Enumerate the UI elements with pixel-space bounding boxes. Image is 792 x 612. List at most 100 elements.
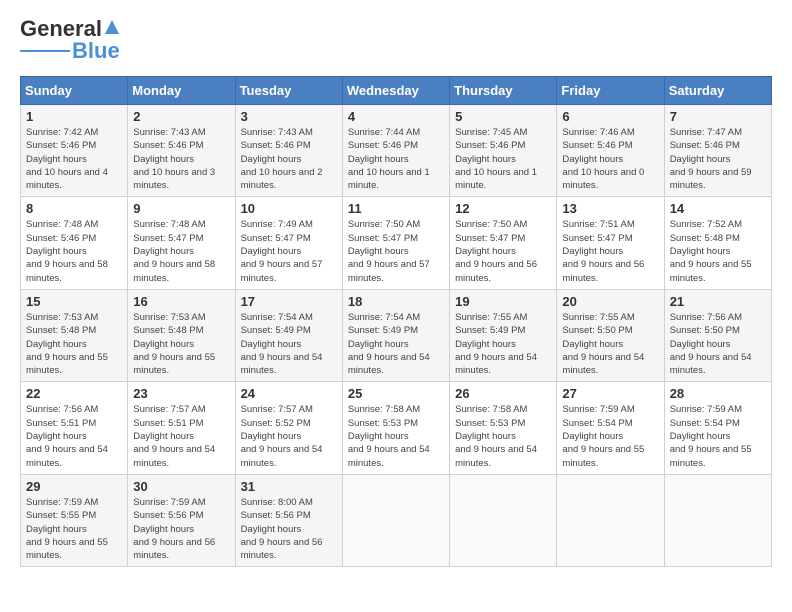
day-number: 13 <box>562 201 658 216</box>
calendar-cell <box>557 474 664 566</box>
day-number: 10 <box>241 201 337 216</box>
calendar-cell: 8Sunrise: 7:48 AMSunset: 5:46 PMDaylight… <box>21 197 128 289</box>
calendar-cell: 15Sunrise: 7:53 AMSunset: 5:48 PMDayligh… <box>21 289 128 381</box>
logo-line <box>20 50 70 52</box>
day-info: Sunrise: 7:53 AMSunset: 5:48 PMDaylight … <box>133 311 229 377</box>
day-info: Sunrise: 7:50 AMSunset: 5:47 PMDaylight … <box>348 218 444 284</box>
calendar-cell: 10 Sunrise: 7:49 AMSunset: 5:47 PMDayligh… <box>235 197 342 289</box>
calendar-cell: 3 Sunrise: 7:43 AMSunset: 5:46 PMDaylight… <box>235 105 342 197</box>
day-info: Sunrise: 7:59 AMSunset: 5:55 PMDaylight … <box>26 496 122 562</box>
calendar-cell: 20 Sunrise: 7:55 AMSunset: 5:50 PMDayligh… <box>557 289 664 381</box>
calendar-cell: 14 Sunrise: 7:52 AMSunset: 5:48 PMDayligh… <box>664 197 771 289</box>
calendar-cell: 19Sunrise: 7:55 AMSunset: 5:49 PMDayligh… <box>450 289 557 381</box>
day-number: 23 <box>133 386 229 401</box>
day-number: 3 <box>241 109 337 124</box>
day-info: Sunrise: 7:58 AMSunset: 5:53 PMDaylight … <box>348 403 444 469</box>
day-info: Sunrise: 7:59 AMSunset: 5:54 PMDaylight … <box>670 403 766 469</box>
calendar-cell: 2 Sunrise: 7:43 AMSunset: 5:46 PMDaylight… <box>128 105 235 197</box>
calendar-cell: 22 Sunrise: 7:56 AMSunset: 5:51 PMDayligh… <box>21 382 128 474</box>
day-info: Sunrise: 7:55 AMSunset: 5:50 PMDaylight … <box>562 311 658 377</box>
calendar-cell: 27 Sunrise: 7:59 AMSunset: 5:54 PMDayligh… <box>557 382 664 474</box>
day-info: Sunrise: 7:58 AMSunset: 5:53 PMDaylight … <box>455 403 551 469</box>
day-info: Sunrise: 7:44 AMSunset: 5:46 PMDaylight … <box>348 126 444 192</box>
day-number: 12 <box>455 201 551 216</box>
day-info: Sunrise: 7:57 AMSunset: 5:52 PMDaylight … <box>241 403 337 469</box>
calendar-cell: 25 Sunrise: 7:58 AMSunset: 5:53 PMDayligh… <box>342 382 449 474</box>
day-number: 1 <box>26 109 122 124</box>
day-info: Sunrise: 7:43 AMSunset: 5:46 PMDaylight … <box>133 126 229 192</box>
calendar-cell <box>664 474 771 566</box>
calendar-cell: 17Sunrise: 7:54 AMSunset: 5:49 PMDayligh… <box>235 289 342 381</box>
day-number: 2 <box>133 109 229 124</box>
day-number: 31 <box>241 479 337 494</box>
day-info: Sunrise: 7:52 AMSunset: 5:48 PMDaylight … <box>670 218 766 284</box>
day-number: 26 <box>455 386 551 401</box>
day-info: Sunrise: 7:59 AMSunset: 5:56 PMDaylight … <box>133 496 229 562</box>
day-number: 27 <box>562 386 658 401</box>
calendar-cell <box>450 474 557 566</box>
weekday-header-row: SundayMondayTuesdayWednesdayThursdayFrid… <box>21 77 772 105</box>
calendar-table: SundayMondayTuesdayWednesdayThursdayFrid… <box>20 76 772 567</box>
calendar-week-1: 1 Sunrise: 7:42 AMSunset: 5:46 PMDaylight… <box>21 105 772 197</box>
calendar-cell: 26 Sunrise: 7:58 AMSunset: 5:53 PMDayligh… <box>450 382 557 474</box>
day-number: 6 <box>562 109 658 124</box>
day-number: 15 <box>26 294 122 309</box>
day-info: Sunrise: 7:54 AMSunset: 5:49 PMDaylight … <box>348 311 444 377</box>
day-number: 30 <box>133 479 229 494</box>
day-number: 22 <box>26 386 122 401</box>
calendar-week-2: 8Sunrise: 7:48 AMSunset: 5:46 PMDaylight… <box>21 197 772 289</box>
weekday-thursday: Thursday <box>450 77 557 105</box>
logo-blue: Blue <box>72 38 120 64</box>
day-number: 28 <box>670 386 766 401</box>
calendar-cell <box>342 474 449 566</box>
day-info: Sunrise: 7:55 AMSunset: 5:49 PMDaylight … <box>455 311 551 377</box>
weekday-wednesday: Wednesday <box>342 77 449 105</box>
calendar-cell: 16 Sunrise: 7:53 AMSunset: 5:48 PMDayligh… <box>128 289 235 381</box>
day-info: Sunrise: 7:48 AMSunset: 5:47 PMDaylight … <box>133 218 229 284</box>
day-info: Sunrise: 7:56 AMSunset: 5:51 PMDaylight … <box>26 403 122 469</box>
day-number: 29 <box>26 479 122 494</box>
day-number: 14 <box>670 201 766 216</box>
day-info: Sunrise: 7:47 AMSunset: 5:46 PMDaylight … <box>670 126 766 192</box>
day-number: 4 <box>348 109 444 124</box>
calendar-cell: 12 Sunrise: 7:50 AMSunset: 5:47 PMDayligh… <box>450 197 557 289</box>
day-info: Sunrise: 8:00 AMSunset: 5:56 PMDaylight … <box>241 496 337 562</box>
calendar-cell: 21 Sunrise: 7:56 AMSunset: 5:50 PMDayligh… <box>664 289 771 381</box>
calendar-cell: 5 Sunrise: 7:45 AMSunset: 5:46 PMDaylight… <box>450 105 557 197</box>
weekday-saturday: Saturday <box>664 77 771 105</box>
day-number: 24 <box>241 386 337 401</box>
calendar-cell: 23 Sunrise: 7:57 AMSunset: 5:51 PMDayligh… <box>128 382 235 474</box>
day-number: 20 <box>562 294 658 309</box>
day-info: Sunrise: 7:50 AMSunset: 5:47 PMDaylight … <box>455 218 551 284</box>
day-info: Sunrise: 7:46 AMSunset: 5:46 PMDaylight … <box>562 126 658 192</box>
day-number: 11 <box>348 201 444 216</box>
calendar-cell: 4 Sunrise: 7:44 AMSunset: 5:46 PMDaylight… <box>342 105 449 197</box>
day-number: 18 <box>348 294 444 309</box>
day-info: Sunrise: 7:43 AMSunset: 5:46 PMDaylight … <box>241 126 337 192</box>
day-info: Sunrise: 7:42 AMSunset: 5:46 PMDaylight … <box>26 126 122 192</box>
calendar-cell: 1 Sunrise: 7:42 AMSunset: 5:46 PMDaylight… <box>21 105 128 197</box>
calendar-cell: 28 Sunrise: 7:59 AMSunset: 5:54 PMDayligh… <box>664 382 771 474</box>
day-info: Sunrise: 7:48 AMSunset: 5:46 PMDaylight … <box>26 218 122 284</box>
day-info: Sunrise: 7:57 AMSunset: 5:51 PMDaylight … <box>133 403 229 469</box>
day-number: 25 <box>348 386 444 401</box>
day-info: Sunrise: 7:45 AMSunset: 5:46 PMDaylight … <box>455 126 551 192</box>
calendar-week-5: 29 Sunrise: 7:59 AMSunset: 5:55 PMDayligh… <box>21 474 772 566</box>
day-number: 5 <box>455 109 551 124</box>
day-info: Sunrise: 7:51 AMSunset: 5:47 PMDaylight … <box>562 218 658 284</box>
day-number: 7 <box>670 109 766 124</box>
day-info: Sunrise: 7:59 AMSunset: 5:54 PMDaylight … <box>562 403 658 469</box>
day-number: 9 <box>133 201 229 216</box>
day-number: 17 <box>241 294 337 309</box>
weekday-monday: Monday <box>128 77 235 105</box>
calendar-cell: 11 Sunrise: 7:50 AMSunset: 5:47 PMDayligh… <box>342 197 449 289</box>
day-info: Sunrise: 7:56 AMSunset: 5:50 PMDaylight … <box>670 311 766 377</box>
day-info: Sunrise: 7:49 AMSunset: 5:47 PMDaylight … <box>241 218 337 284</box>
day-number: 21 <box>670 294 766 309</box>
calendar-cell: 9 Sunrise: 7:48 AMSunset: 5:47 PMDaylight… <box>128 197 235 289</box>
weekday-sunday: Sunday <box>21 77 128 105</box>
day-number: 16 <box>133 294 229 309</box>
weekday-friday: Friday <box>557 77 664 105</box>
calendar-cell: 18 Sunrise: 7:54 AMSunset: 5:49 PMDayligh… <box>342 289 449 381</box>
calendar-cell: 7 Sunrise: 7:47 AMSunset: 5:46 PMDaylight… <box>664 105 771 197</box>
